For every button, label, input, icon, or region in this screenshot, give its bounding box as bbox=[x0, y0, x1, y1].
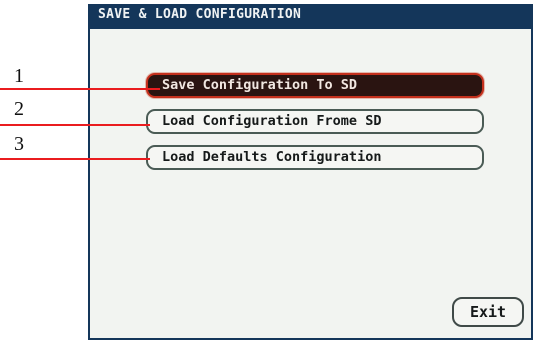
menu-panel: Save Configuration To SD Load Configurat… bbox=[90, 29, 531, 338]
exit-button[interactable]: Exit bbox=[452, 297, 524, 327]
callout-line-2 bbox=[0, 124, 150, 126]
load-defaults-button[interactable]: Load Defaults Configuration bbox=[146, 145, 484, 170]
callout-number-3: 3 bbox=[14, 133, 24, 155]
screen-title: SAVE & LOAD CONFIGURATION bbox=[98, 7, 302, 22]
callout-line-1 bbox=[0, 88, 160, 90]
callout-number-2: 2 bbox=[14, 98, 24, 120]
callout-line-3 bbox=[0, 158, 150, 160]
callout-number-1: 1 bbox=[14, 65, 24, 87]
charger-screen: SAVE & LOAD CONFIGURATION Save Configura… bbox=[88, 4, 533, 340]
load-configuration-button[interactable]: Load Configuration Frome SD bbox=[146, 109, 484, 134]
save-configuration-button[interactable]: Save Configuration To SD bbox=[146, 73, 484, 98]
page: SAVE & LOAD CONFIGURATION Save Configura… bbox=[0, 0, 533, 340]
